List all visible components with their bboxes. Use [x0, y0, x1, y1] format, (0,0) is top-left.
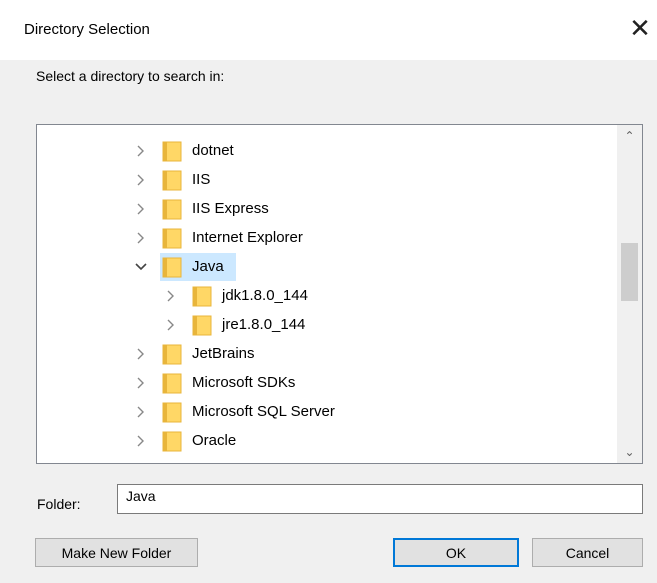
make-new-folder-button[interactable]: Make New Folder [35, 538, 198, 567]
tree-item-label: jre1.8.0_144 [222, 316, 306, 333]
chevron-right-icon[interactable] [134, 228, 148, 248]
tree-item-jetbrains[interactable]: JetBrains [37, 340, 617, 369]
directory-tree[interactable]: dotnet IIS IIS Express Internet Explorer Jav… [36, 124, 643, 464]
tree-item-label: IIS [192, 171, 211, 188]
folder-icon [192, 315, 212, 336]
folder-icon [162, 141, 182, 162]
chevron-right-icon[interactable] [134, 141, 148, 161]
chevron-right-icon[interactable] [134, 373, 148, 393]
folder-icon [162, 170, 182, 191]
tree-rows: dotnet IIS IIS Express Internet Explorer Jav… [37, 125, 617, 463]
tree-item-oracle[interactable]: Oracle [37, 427, 617, 456]
chevron-right-icon[interactable] [134, 199, 148, 219]
tree-item-label: Java [192, 258, 224, 275]
tree-item-label: Microsoft SQL Server [192, 403, 335, 420]
tree-item-microsoft-sql-server[interactable]: Microsoft SQL Server [37, 398, 617, 427]
tree-item-dotnet[interactable]: dotnet [37, 137, 617, 166]
prompt-text: Select a directory to search in: [36, 68, 225, 84]
tree-item-label: JetBrains [192, 345, 255, 362]
close-icon: ✕ [629, 12, 651, 43]
folder-icon [162, 344, 182, 365]
title-bar: Directory Selection ✕ [0, 0, 657, 60]
chevron-right-icon[interactable] [134, 170, 148, 190]
folder-icon [162, 431, 182, 452]
tree-item-iis[interactable]: IIS [37, 166, 617, 195]
chevron-down-icon: ⌄ [624, 445, 635, 459]
chevron-right-icon[interactable] [134, 431, 148, 451]
tree-item-label: IIS Express [192, 200, 269, 217]
close-button[interactable]: ✕ [623, 8, 657, 48]
folder-icon [162, 257, 182, 278]
tree-item-internet-explorer[interactable]: Internet Explorer [37, 224, 617, 253]
tree-item-label: Internet Explorer [192, 229, 303, 246]
chevron-right-icon[interactable] [164, 286, 178, 306]
chevron-up-icon: ⌃ [624, 129, 635, 143]
tree-row-partial [37, 460, 617, 463]
chevron-right-icon[interactable] [134, 344, 148, 364]
ok-button[interactable]: OK [393, 538, 519, 567]
chevron-right-icon[interactable] [134, 402, 148, 422]
folder-icon [162, 228, 182, 249]
tree-item-iis-express[interactable]: IIS Express [37, 195, 617, 224]
cancel-button[interactable]: Cancel [532, 538, 643, 567]
tree-item-jdk1-8-0-144[interactable]: jdk1.8.0_144 [37, 282, 617, 311]
chevron-right-icon[interactable] [164, 315, 178, 335]
folder-icon [162, 373, 182, 394]
folder-icon [162, 402, 182, 423]
chevron-down-icon[interactable] [134, 257, 148, 277]
scroll-down-button[interactable]: ⌄ [617, 441, 642, 463]
tree-item-label: dotnet [192, 142, 234, 159]
folder-label: Folder: [37, 496, 81, 512]
tree-item-java[interactable]: Java [37, 253, 617, 282]
tree-item-label: Microsoft SDKs [192, 374, 296, 391]
folder-icon [192, 286, 212, 307]
folder-icon [162, 199, 182, 220]
tree-item-microsoft-sdks[interactable]: Microsoft SDKs [37, 369, 617, 398]
dialog-title: Directory Selection [24, 21, 150, 38]
tree-item-label: Oracle [192, 432, 237, 449]
vertical-scrollbar[interactable]: ⌃ ⌄ [617, 125, 642, 463]
tree-item-label: jdk1.8.0_144 [222, 287, 308, 304]
scroll-up-button[interactable]: ⌃ [617, 125, 642, 147]
tree-item-jre1-8-0-144[interactable]: jre1.8.0_144 [37, 311, 617, 340]
scroll-thumb[interactable] [621, 243, 638, 301]
folder-input[interactable] [117, 484, 643, 514]
